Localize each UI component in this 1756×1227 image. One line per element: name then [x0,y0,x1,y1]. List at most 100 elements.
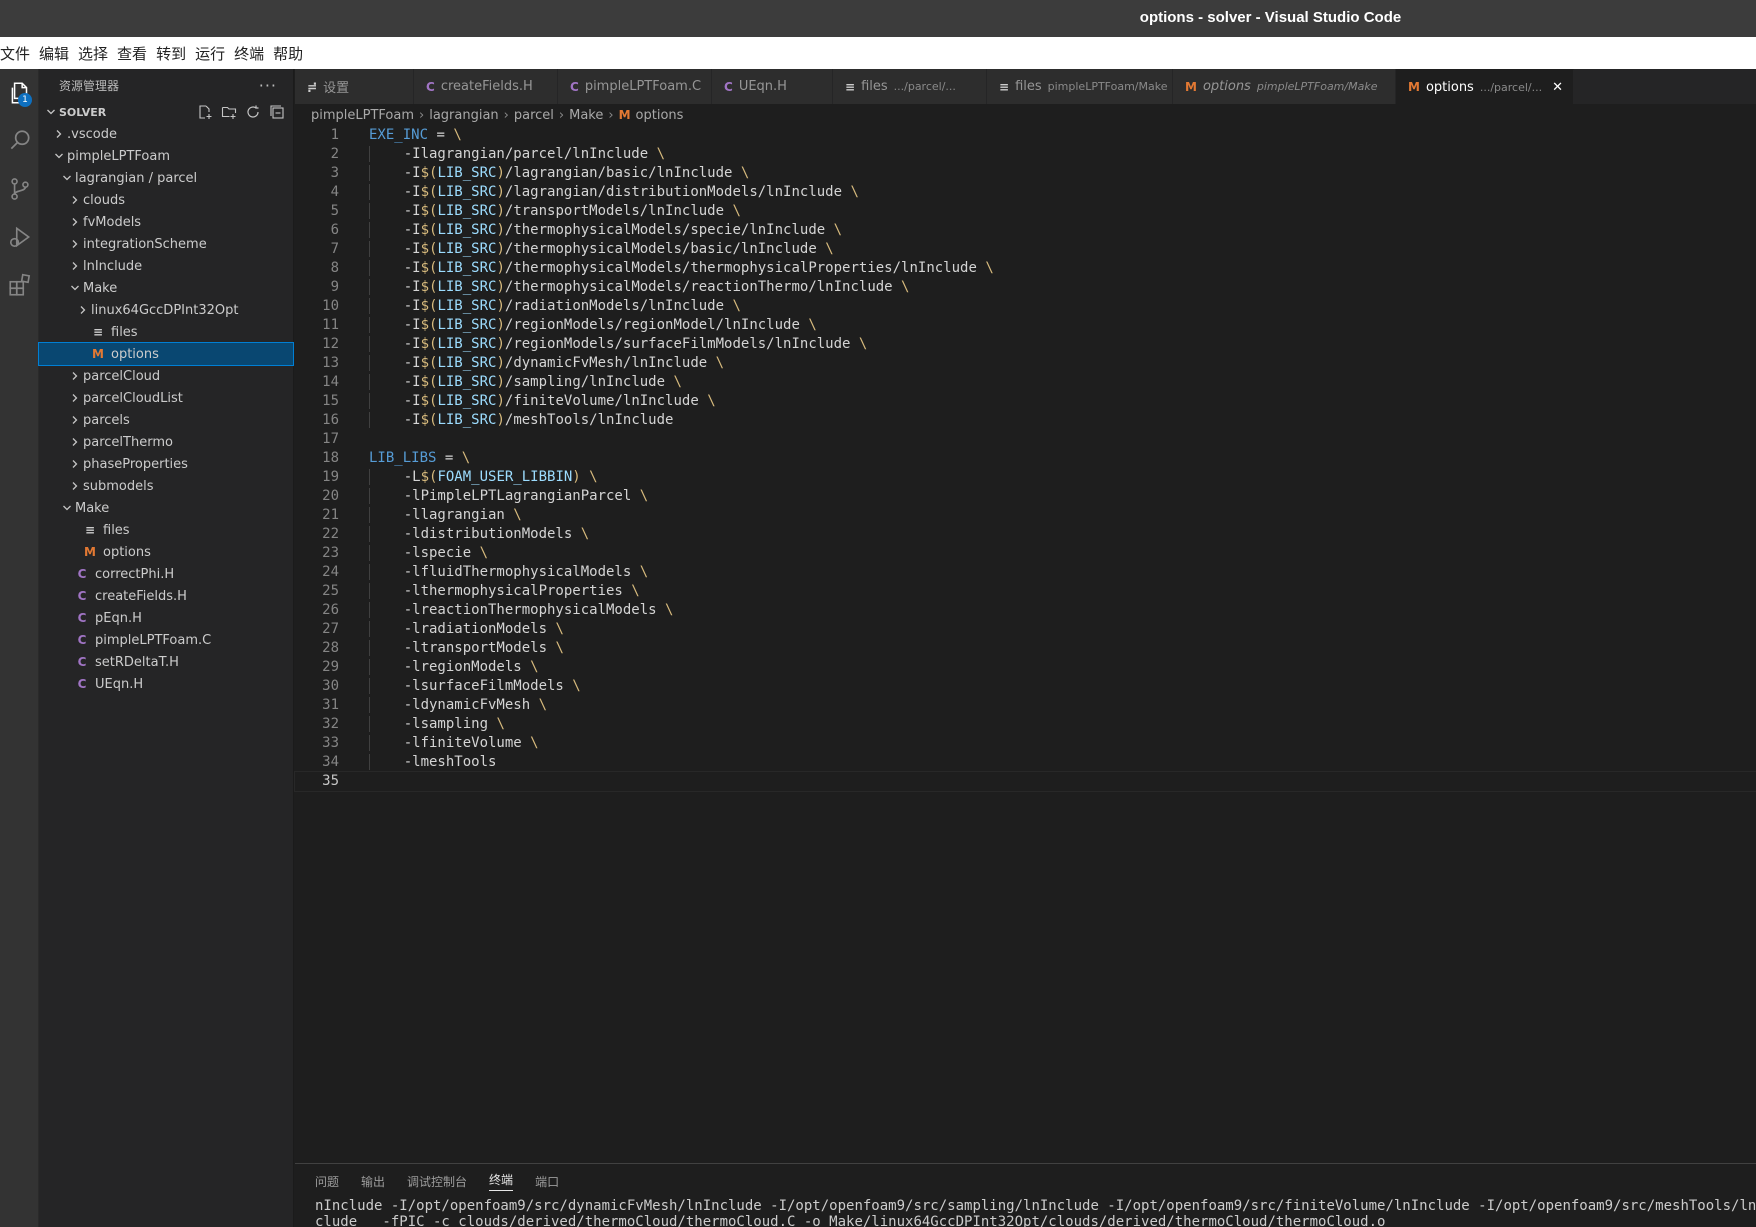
tree-item[interactable]: parcelThermo [39,431,293,453]
tree-item[interactable]: CpEqn.H [39,607,293,629]
editor-tab[interactable]: Moptions pimpleLPTFoam/Make [1173,69,1396,104]
code-editor[interactable]: 1 EXE_INC = \ 2 -Ilagrangian/parcel/lnIncl… [294,126,1756,792]
panel-tab[interactable]: 输出 [361,1173,385,1190]
workspace-folder-header[interactable]: SOLVER [39,101,293,123]
code-line: 26 -lreactionThermophysicalModels \ [295,601,1756,620]
menu-item[interactable]: 转到 [156,43,195,64]
code-line: 24 -lfluidThermophysicalModels \ [295,563,1756,582]
extensions-activity[interactable] [0,261,39,309]
extensions-icon [8,273,30,296]
editor-tab[interactable]: ≡ files pimpleLPTFoam/Make [987,69,1173,104]
code-line: 35 [294,771,1756,792]
run-debug-activity[interactable] [0,213,39,261]
editor-tab[interactable]: ≓ 设置 [295,69,414,104]
chevron-right-icon [67,481,83,491]
tree-item[interactable]: parcelCloud [39,365,293,387]
line-text: -llagrangian \ [339,506,522,525]
c-file-icon: C [77,611,87,625]
new-folder-icon[interactable] [221,104,237,120]
tree-item[interactable]: parcels [39,409,293,431]
breadcrumb-item[interactable]: options [636,108,684,123]
editor-tab[interactable]: CpimpleLPTFoam.C [558,69,712,104]
line-number: 25 [322,583,339,599]
explorer-header: 资源管理器 ··· [39,69,293,101]
c-file-icon: C [77,589,87,603]
tree-item-label: files [103,522,130,538]
explorer-activity[interactable]: 1 [0,69,39,117]
editor-tab[interactable]: CcreateFields.H [414,69,558,104]
tree-item[interactable]: linux64GccDPInt32Opt [39,299,293,321]
menu-item[interactable]: 终端 [234,43,273,64]
line-text: LIB_LIBS = \ [369,450,471,466]
editor-tab[interactable]: C UEqn.H [712,69,833,104]
tree-item[interactable]: C UEqn.H [39,673,293,695]
tree-item[interactable]: ≡ files [39,321,293,343]
panel-tab[interactable]: 端口 [535,1173,559,1190]
tree-item[interactable]: CsetRDeltaT.H [39,651,293,673]
menu-item[interactable]: 运行 [195,43,234,64]
line-number: 28 [322,640,339,656]
c-file-icon: C [570,79,579,94]
tab-label: pimpleLPTFoam.C [584,79,702,94]
menu-item[interactable]: 帮助 [273,43,312,64]
panel-tab[interactable]: 调试控制台 [407,1173,467,1190]
editor-tab[interactable]: Moptions .../parcel/... ✕ [1396,69,1574,104]
tree-item[interactable]: lnInclude [39,255,293,277]
tree-item[interactable]: parcelCloudList [39,387,293,409]
tree-item[interactable]: Moptions [38,342,294,366]
tree-item[interactable]: CcreateFields.H [39,585,293,607]
tree-item[interactable]: clouds [39,189,293,211]
breadcrumb-item[interactable]: pimpleLPTFoam [311,108,414,123]
line-text: -I$(LIB_SRC)/radiationModels/lnInclude \ [339,297,741,316]
code-line: 34 -lmeshTools [295,753,1756,772]
menu-item[interactable]: 选择 [78,43,117,64]
menu-bar: 文件 编辑 选择 查看 转到 运行 终端 帮助 [0,37,1756,69]
line-number: 29 [322,659,339,675]
new-file-icon[interactable] [197,104,213,120]
menu-item[interactable]: 查看 [117,43,156,64]
tree-item[interactable]: .vscode [39,123,293,145]
source-control-activity[interactable] [0,165,39,213]
search-activity[interactable] [0,117,39,165]
code-line: 30 -lsurfaceFilmModels \ [295,677,1756,696]
tree-item[interactable]: fvModels [39,211,293,233]
line-number: 18 [322,450,339,466]
tree-item[interactable]: pimpleLPTFoam [39,145,293,167]
tree-item[interactable]: CcorrectPhi.H [39,563,293,585]
code-line: 6 -I$(LIB_SRC)/thermophysicalModels/spec… [295,221,1756,240]
code-line: 12 -I$(LIB_SRC)/regionModels/surfaceFilm… [295,335,1756,354]
tree-item-label: parcelThermo [83,434,173,450]
line-number: 22 [322,526,339,542]
tree-item[interactable]: phaseProperties [39,453,293,475]
panel-tab[interactable]: 终端 [489,1171,514,1191]
breadcrumb-item[interactable]: lagrangian [429,108,498,123]
settings-icon: ≓ [307,79,318,94]
tree-item[interactable]: Moptions [39,541,293,563]
collapse-all-icon[interactable] [269,104,285,120]
makefile-icon: M [1185,79,1197,94]
tree-item[interactable]: CpimpleLPTFoam.C [39,629,293,651]
terminal-output[interactable]: nInclude -I/opt/openfoam9/src/dynamicFvM… [295,1198,1756,1227]
tree-item[interactable]: integrationScheme [39,233,293,255]
tree-item[interactable]: ≡ files [39,519,293,541]
c-file-icon: C [77,567,87,581]
tab-description: pimpleLPTFoam/Make [1256,80,1378,93]
tree-item[interactable]: Make [39,497,293,519]
more-actions-icon[interactable]: ··· [259,76,277,95]
tree-item[interactable]: lagrangian / parcel [39,167,293,189]
menu-item[interactable]: 文件 [0,43,39,64]
tree-item-label: files [111,324,138,340]
tree-item[interactable]: submodels [39,475,293,497]
line-number: 13 [322,355,339,371]
line-number: 35 [322,773,339,789]
close-icon[interactable]: ✕ [1552,80,1563,95]
breadcrumb-item[interactable]: parcel [514,108,554,123]
tree-item-label: lagrangian / parcel [75,170,198,186]
breadcrumb-item[interactable]: Make [569,108,603,123]
menu-item[interactable]: 编辑 [39,43,78,64]
tree-item[interactable]: Make [39,277,293,299]
editor-tab[interactable]: ≡ files .../parcel/... [833,69,987,104]
refresh-icon[interactable] [245,104,261,120]
code-line: 14 -I$(LIB_SRC)/sampling/lnInclude \ [295,373,1756,392]
panel-tab[interactable]: 问题 [315,1173,339,1190]
